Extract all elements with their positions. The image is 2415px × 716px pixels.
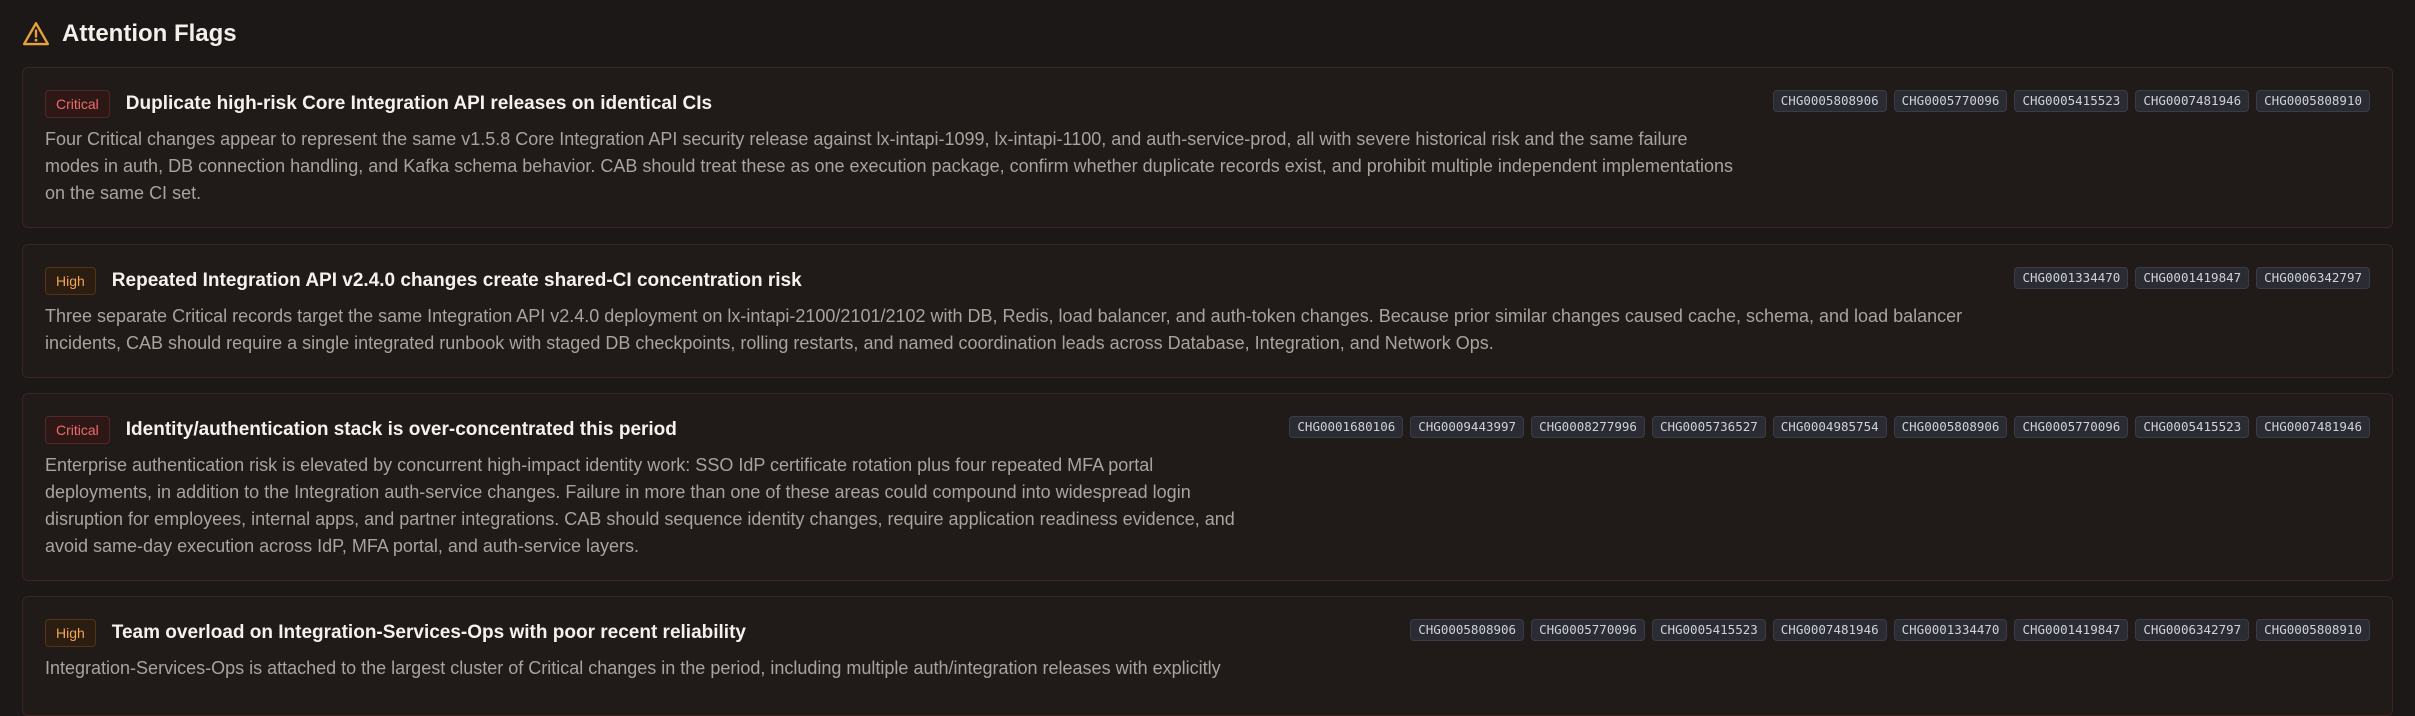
warning-triangle-icon xyxy=(22,22,50,46)
flag-title: Identity/authentication stack is over-co… xyxy=(125,419,677,440)
change-tag[interactable]: CHG0005770096 xyxy=(2014,416,2129,438)
severity-badge: High xyxy=(45,619,96,647)
change-tag[interactable]: CHG0001680106 xyxy=(1289,416,1404,438)
change-tag[interactable]: CHG0005808906 xyxy=(1410,619,1525,641)
flag-card-identity-stack[interactable]: Critical Identity/authentication stack i… xyxy=(22,393,2393,581)
change-tag[interactable]: CHG0004985754 xyxy=(1772,416,1887,438)
change-tag[interactable]: CHG0006342797 xyxy=(2135,619,2250,641)
change-tag[interactable]: CHG0005415523 xyxy=(2014,90,2129,112)
change-tag[interactable]: CHG0005415523 xyxy=(1651,619,1766,641)
change-tag[interactable]: CHG0005770096 xyxy=(1893,90,2008,112)
change-tag[interactable]: CHG0005770096 xyxy=(1531,619,1645,641)
change-tag[interactable]: CHG0009443997 xyxy=(1410,416,1525,438)
change-tag[interactable]: CHG0001334470 xyxy=(1893,619,2008,641)
change-tag[interactable]: CHG0001419847 xyxy=(2014,619,2129,641)
flag-card-integration-api-v240[interactable]: High Repeated Integration API v2.4.0 cha… xyxy=(22,244,2393,378)
flag-description: Three separate Critical records target t… xyxy=(45,306,1963,353)
change-tag[interactable]: CHG0005808910 xyxy=(2256,90,2370,112)
severity-badge: Critical xyxy=(45,90,110,118)
flag-card-team-overload[interactable]: High Team overload on Integration-Servic… xyxy=(22,596,2393,716)
flag-description: Four Critical changes appear to represen… xyxy=(45,129,1734,203)
severity-badge: Critical xyxy=(45,416,110,444)
change-tag[interactable]: CHG0007481946 xyxy=(1772,619,1887,641)
change-tag-list: CHG0001334470 CHG0001419847 CHG000634279… xyxy=(2014,267,2370,289)
change-tag[interactable]: CHG0005808906 xyxy=(1772,90,1887,112)
change-tag[interactable]: CHG0008277996 xyxy=(1531,416,1645,438)
attention-flags-header: Attention Flags xyxy=(22,16,237,52)
flag-title: Repeated Integration API v2.4.0 changes … xyxy=(111,270,802,291)
flag-title: Team overload on Integration-Services-Op… xyxy=(111,622,746,643)
flag-description: Enterprise authentication risk is elevat… xyxy=(45,455,1235,556)
change-tag[interactable]: CHG0001419847 xyxy=(2135,267,2250,289)
change-tag[interactable]: CHG0001334470 xyxy=(2014,267,2129,289)
change-tag-list: CHG0005808906 CHG0005770096 CHG000541552… xyxy=(1772,90,2370,112)
flag-card-duplicate-core-integration[interactable]: Critical Duplicate high-risk Core Integr… xyxy=(22,67,2393,228)
page-title: Attention Flags xyxy=(62,20,237,47)
change-tag[interactable]: CHG0007481946 xyxy=(2256,416,2370,438)
change-tag[interactable]: CHG0005808906 xyxy=(1893,416,2008,438)
flag-description: Integration-Services-Ops is attached to … xyxy=(45,658,1221,678)
change-tag-list: CHG0005808906 CHG0005770096 CHG000541552… xyxy=(1410,619,2370,641)
severity-badge: High xyxy=(45,267,96,295)
change-tag[interactable]: CHG0007481946 xyxy=(2135,90,2250,112)
change-tag-list: CHG0001680106 CHG0009443997 CHG000827799… xyxy=(1289,416,2370,438)
change-tag[interactable]: CHG0005736527 xyxy=(1651,416,1766,438)
change-tag[interactable]: CHG0005808910 xyxy=(2256,619,2370,641)
change-tag[interactable]: CHG0005415523 xyxy=(2135,416,2250,438)
change-tag[interactable]: CHG0006342797 xyxy=(2256,267,2370,289)
flag-title: Duplicate high-risk Core Integration API… xyxy=(125,93,713,114)
